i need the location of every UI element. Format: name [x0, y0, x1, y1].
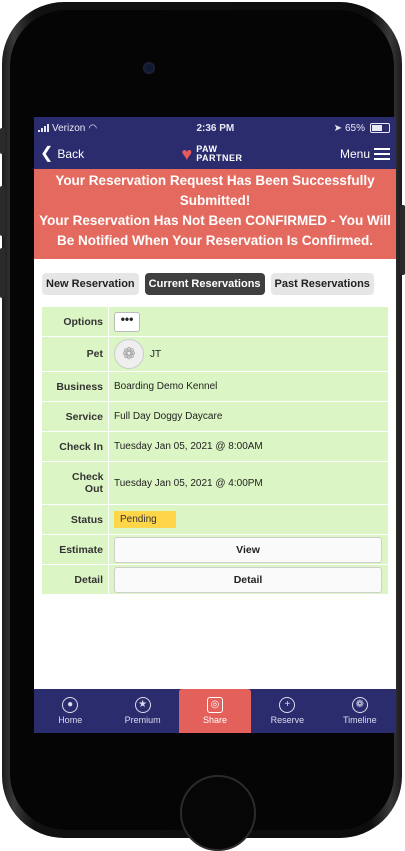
service-value: Full Day Doggy Daycare — [108, 402, 388, 431]
back-button[interactable]: ❮ Back — [40, 146, 84, 162]
tab-timeline-label: Timeline — [342, 715, 377, 725]
tab-premium-label: Premium — [124, 715, 161, 725]
business-row: Business Boarding Demo Kennel — [42, 372, 388, 402]
tab-reserve[interactable]: + Reserve — [251, 689, 323, 733]
status-badge: Pending — [114, 511, 176, 528]
check-out-label: Check Out — [72, 471, 104, 495]
battery-icon — [369, 123, 390, 133]
tab-home-label: Home — [58, 715, 83, 725]
status-bar: Verizon ◠ 2:36 PM ➤ 65% — [34, 117, 396, 139]
plus-icon: + — [279, 697, 296, 713]
camera-icon: ◎ — [207, 697, 224, 713]
tab-share[interactable]: ◎ Share — [178, 689, 252, 733]
banner-warning-text: Your Reservation Has Not Been CONFIRMED … — [39, 213, 391, 248]
signal-icon — [38, 124, 49, 132]
hamburger-icon — [374, 148, 390, 160]
paw-heart-icon: ♥ — [181, 144, 193, 164]
confirmation-banner: Your Reservation Request Has Been Succes… — [34, 169, 396, 259]
options-label: Options — [63, 315, 103, 328]
logo-line2: PARTNER — [196, 153, 243, 163]
pet-name: JT — [150, 348, 162, 360]
wifi-icon: ◠ — [88, 122, 98, 134]
reservation-tabs: New Reservation Current Reservations Pas… — [34, 259, 396, 295]
pet-avatar-paw-icon: ❁ — [114, 339, 144, 369]
menu-button[interactable]: Menu — [340, 147, 390, 161]
clock: 2:36 PM — [196, 122, 235, 134]
app-navbar: ❮ Back ♥ PAW PARTNER Menu — [34, 139, 396, 169]
battery-percent: 65% — [344, 122, 365, 134]
tab-reserve-label: Reserve — [270, 715, 305, 725]
pet-row: Pet ❁ JT — [42, 337, 388, 372]
star-icon: ★ — [134, 697, 151, 713]
service-label: Service — [65, 410, 103, 423]
new-reservation-button[interactable]: New Reservation — [42, 273, 139, 295]
check-in-row: Check In Tuesday Jan 05, 2021 @ 8:00AM — [42, 432, 388, 462]
volume-up-button — [0, 186, 5, 236]
past-reservations-button[interactable]: Past Reservations — [270, 273, 374, 295]
detail-button[interactable]: Detail — [114, 566, 382, 593]
person-icon: ● — [62, 697, 79, 713]
estimate-row: Estimate View — [42, 535, 388, 565]
app-screen: Verizon ◠ 2:36 PM ➤ 65% ❮ Back ♥ PAW PAR… — [34, 117, 396, 733]
tab-timeline[interactable]: ❁ Timeline — [324, 689, 396, 733]
current-reservations-button[interactable]: Current Reservations — [144, 273, 265, 295]
banner-success-text: Your Reservation Request Has Been Succes… — [55, 173, 375, 208]
options-row: Options ••• — [42, 307, 388, 337]
bottom-tab-bar: ● Home ★ Premium ◎ Share + Reserve ❁ Tim… — [34, 689, 396, 733]
detail-row: Detail Detail — [42, 565, 388, 595]
check-in-value: Tuesday Jan 05, 2021 @ 8:00AM — [108, 432, 388, 461]
check-in-label: Check In — [59, 440, 103, 453]
pet-label: Pet — [86, 348, 103, 360]
business-value: Boarding Demo Kennel — [108, 372, 388, 401]
options-button[interactable]: ••• — [114, 311, 140, 332]
detail-label: Detail — [74, 573, 103, 586]
business-label: Business — [56, 380, 103, 393]
chevron-left-icon: ❮ — [40, 145, 54, 162]
app-logo: ♥ PAW PARTNER — [181, 144, 243, 164]
service-row: Service Full Day Doggy Daycare — [42, 402, 388, 432]
status-label: Status — [70, 513, 103, 526]
volume-down-button — [0, 248, 5, 298]
view-estimate-button[interactable]: View — [114, 536, 382, 563]
check-out-value: Tuesday Jan 05, 2021 @ 4:00PM — [108, 462, 388, 504]
reservation-details: Options ••• Pet ❁ JT Business Boarding D… — [42, 307, 388, 595]
carrier-label: Verizon — [52, 122, 86, 134]
page-content: Your Reservation Request Has Been Succes… — [34, 169, 396, 689]
location-icon: ➤ — [333, 122, 342, 134]
paw-icon: ❁ — [351, 697, 368, 713]
status-row: Status Pending — [42, 505, 388, 535]
tab-share-label: Share — [203, 715, 228, 725]
estimate-label: Estimate — [59, 543, 103, 556]
mute-switch — [0, 128, 5, 154]
menu-label: Menu — [339, 147, 370, 161]
tab-home[interactable]: ● Home — [34, 689, 106, 733]
back-label: Back — [57, 147, 85, 161]
tab-premium[interactable]: ★ Premium — [106, 689, 178, 733]
power-button — [400, 205, 405, 275]
front-camera — [143, 62, 155, 74]
check-out-row: Check Out Tuesday Jan 05, 2021 @ 4:00PM — [42, 462, 388, 505]
